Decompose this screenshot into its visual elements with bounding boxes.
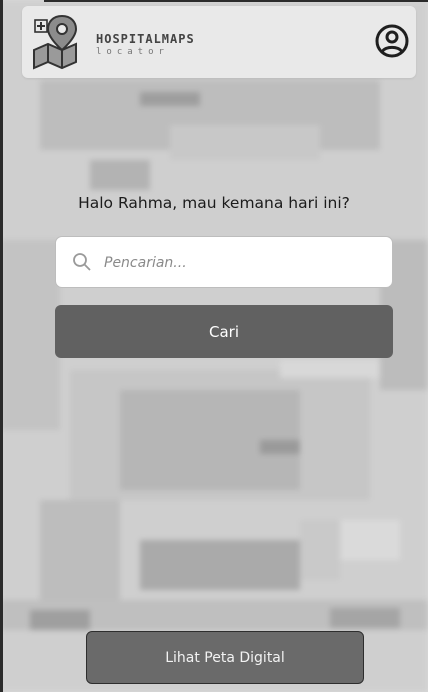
map-pin-logo-icon bbox=[33, 14, 78, 70]
greeting-text: Halo Rahma, mau kemana hari ini? bbox=[78, 194, 350, 212]
search-input[interactable] bbox=[102, 245, 386, 281]
search-icon bbox=[73, 253, 91, 271]
app-screen: HOSPITALMAPS locator Halo Rahma, mau kem… bbox=[0, 0, 428, 692]
app-header: HOSPITALMAPS locator bbox=[22, 6, 416, 78]
brand-logo: HOSPITALMAPS locator bbox=[96, 32, 195, 57]
view-digital-map-button[interactable]: Lihat Peta Digital bbox=[86, 631, 364, 684]
search-button[interactable]: Cari bbox=[55, 305, 393, 358]
top-border bbox=[44, 0, 428, 2]
left-border bbox=[0, 0, 3, 692]
user-circle-icon[interactable] bbox=[374, 23, 410, 59]
search-box[interactable] bbox=[55, 236, 393, 288]
brand-name: HOSPITALMAPS bbox=[96, 32, 195, 46]
brand-subtitle: locator bbox=[96, 47, 169, 57]
